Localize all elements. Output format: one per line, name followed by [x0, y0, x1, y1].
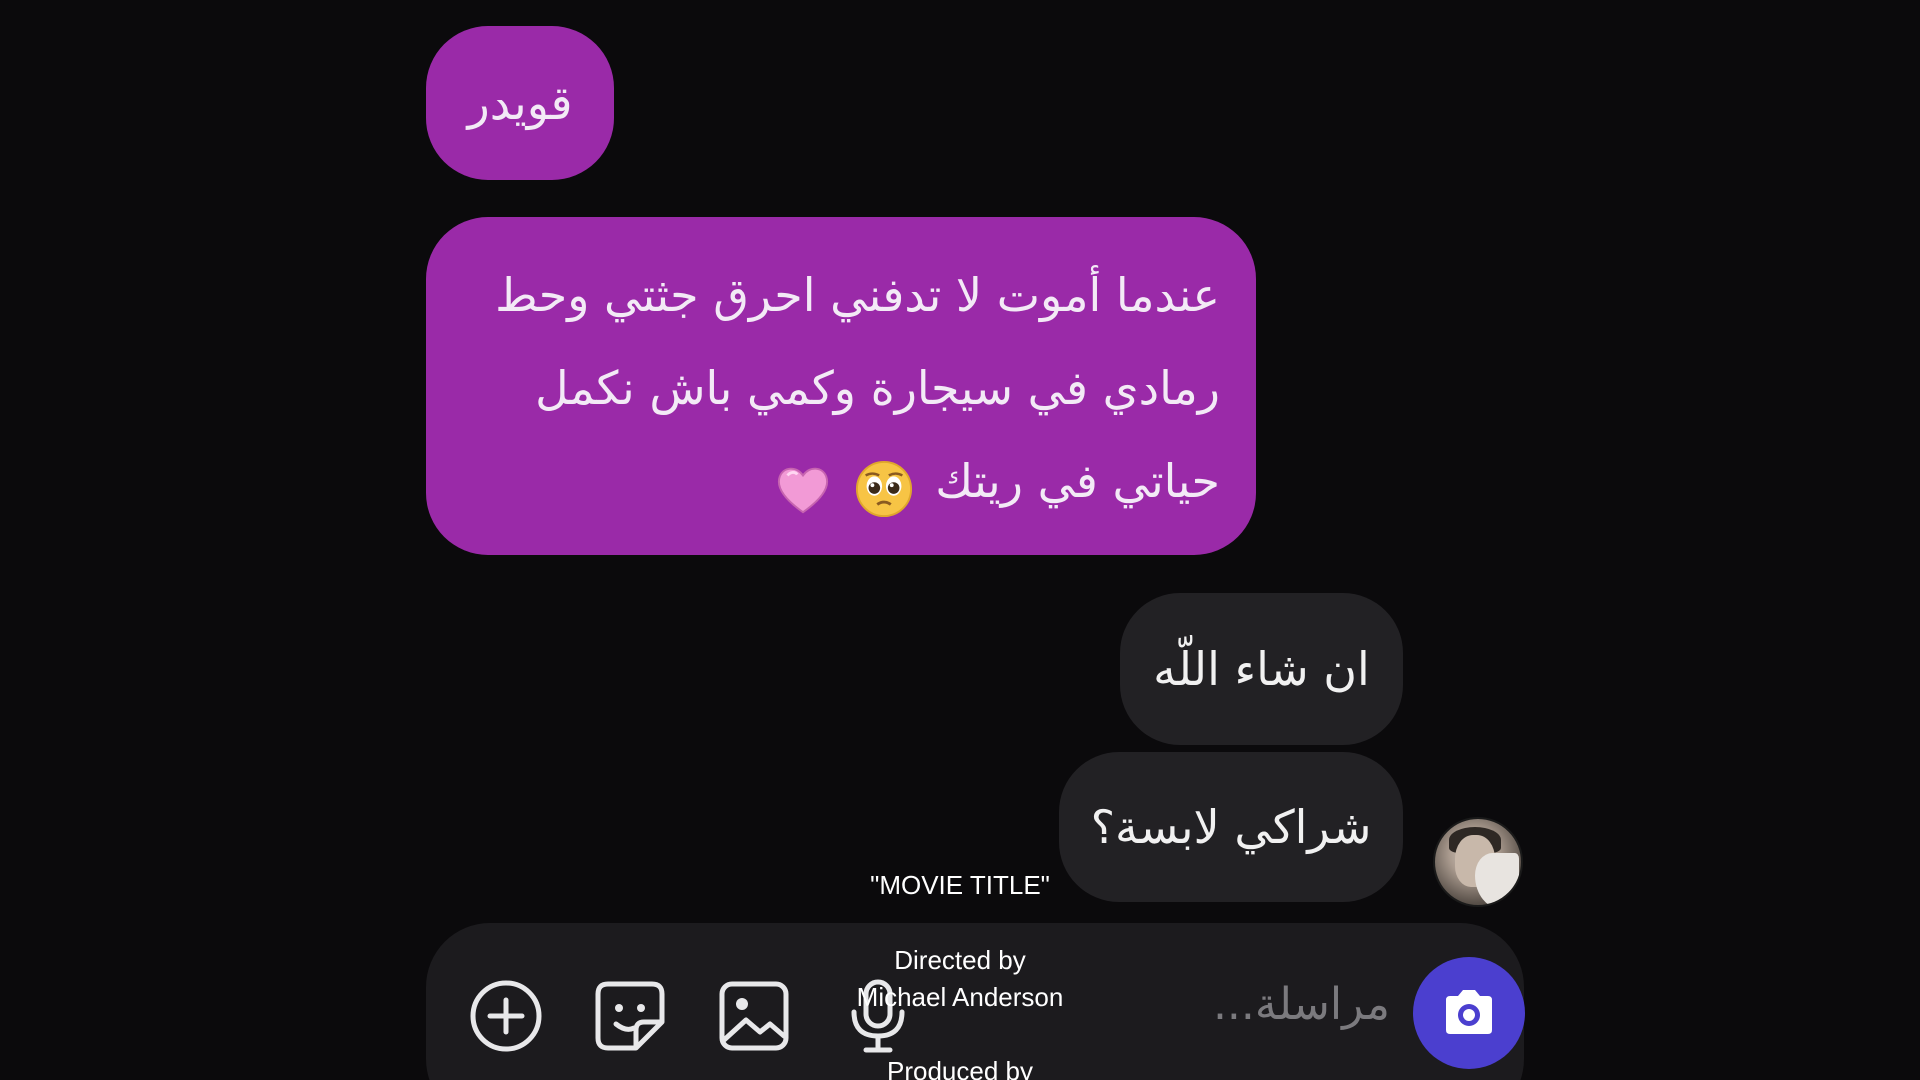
overlay-produced-by: Produced by — [887, 1056, 1033, 1080]
plus-circle-icon — [470, 980, 542, 1052]
sent-message-bubble[interactable]: قويدر — [426, 26, 614, 180]
chat-screen: قويدر عندما أموت لا تدفني احرق جثتي وحط … — [0, 0, 1920, 1080]
message-input[interactable]: مراسلة... — [1170, 975, 1390, 1035]
message-text: قويدر — [467, 76, 573, 130]
sticker-button[interactable] — [592, 978, 668, 1054]
avatar-scarf — [1475, 853, 1519, 905]
message-text: حياتي في ريتك — [935, 454, 1220, 508]
message-text-line: رمادي في سيجارة وكمي باش نكمل — [535, 361, 1220, 415]
pleading-face-icon — [855, 456, 913, 517]
message-text: ان شاء اللّه — [1153, 642, 1370, 696]
camera-icon — [1446, 990, 1492, 1034]
message-text-line: عندما أموت لا تدفني احرق جثتي وحط — [495, 268, 1220, 322]
message-text: شراكي لابسة؟ — [1090, 800, 1372, 854]
add-button[interactable] — [468, 978, 544, 1054]
avatar[interactable] — [1433, 817, 1523, 907]
message-text-line-last: حياتي في ريتك — [462, 435, 1220, 528]
received-message-bubble[interactable]: ان شاء اللّه — [1120, 593, 1403, 745]
sticker-icon — [595, 981, 665, 1051]
overlay-movie-title: "MOVIE TITLE" — [870, 870, 1050, 900]
sent-message-bubble[interactable]: عندما أموت لا تدفني احرق جثتي وحط رمادي … — [426, 217, 1256, 555]
overlay-director-name: Michael Anderson — [856, 982, 1064, 1012]
camera-button[interactable] — [1413, 957, 1525, 1069]
overlay-directed-by: Directed by — [894, 945, 1026, 975]
pink-heart-icon — [774, 456, 832, 514]
